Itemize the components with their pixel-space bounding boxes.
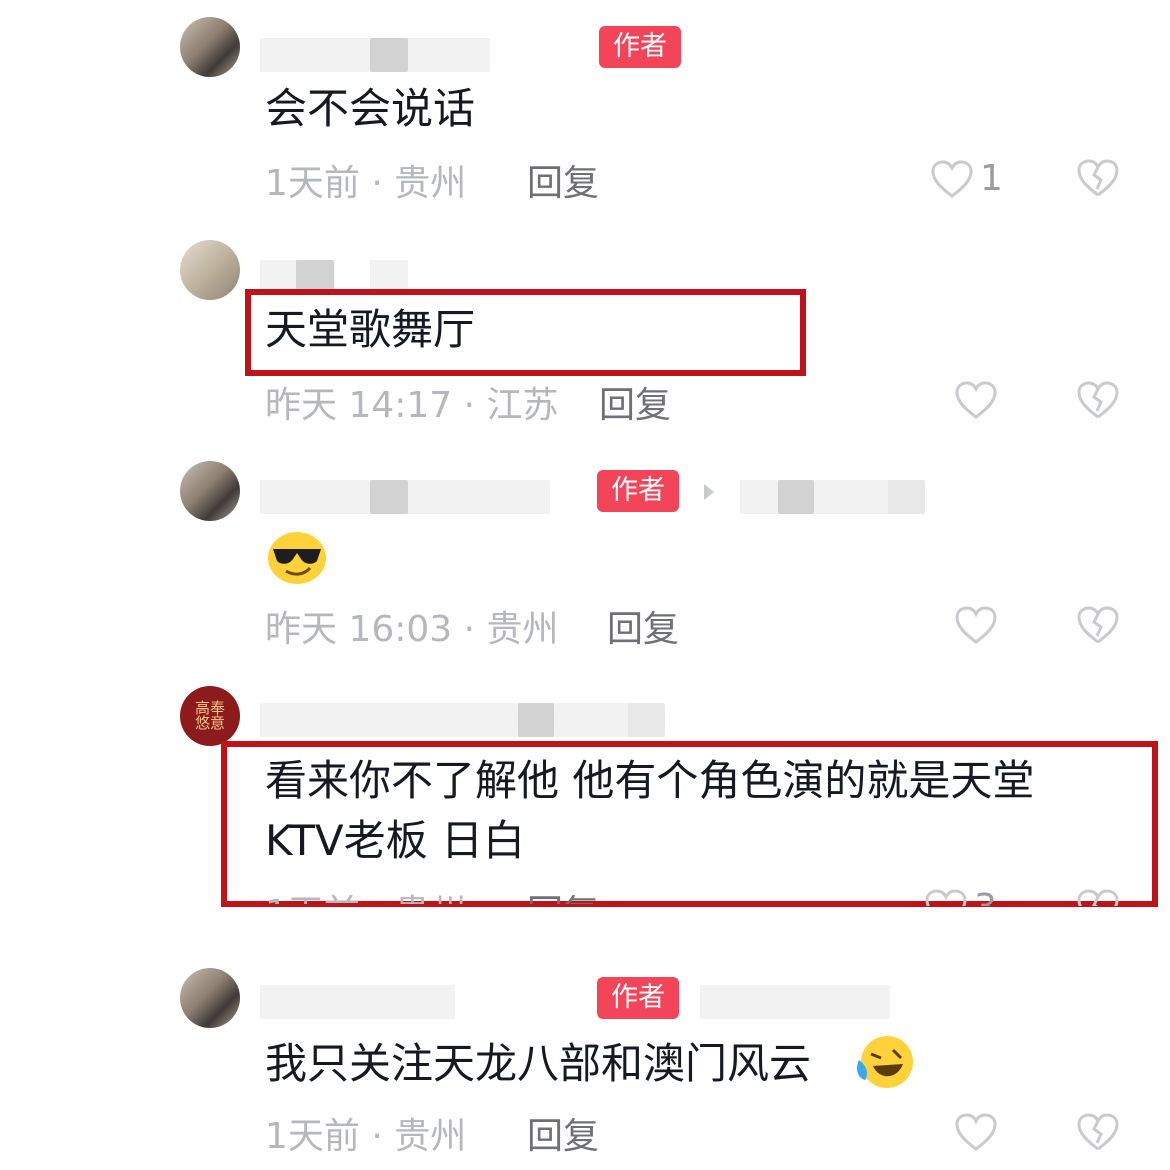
comment-time-location: 昨天 14:17 · 江苏 xyxy=(265,385,559,426)
avatar[interactable] xyxy=(180,968,240,1028)
meta-row-clip xyxy=(227,907,1152,937)
author-badge: 作者 xyxy=(599,26,681,68)
cool-sunglasses-emoji xyxy=(268,532,326,584)
author-badge: 作者 xyxy=(597,977,679,1019)
comment-time-location: 昨天 16:03 · 贵州 xyxy=(265,609,559,650)
username-blurred xyxy=(370,38,408,72)
username-blurred xyxy=(700,985,890,1019)
comment-text: 会不会说话 xyxy=(265,84,476,133)
heart-outline-icon xyxy=(955,381,997,419)
dislike-button[interactable] xyxy=(1076,605,1120,649)
reply-button[interactable]: 回复 xyxy=(599,384,671,428)
like-button[interactable] xyxy=(954,380,998,420)
username-blurred xyxy=(778,480,814,514)
like-count: 3 xyxy=(974,888,997,906)
reply-button[interactable]: 回复 xyxy=(527,1115,599,1159)
broken-heart-icon xyxy=(1077,606,1119,644)
username-blurred[interactable] xyxy=(260,985,455,1019)
username-blurred[interactable] xyxy=(260,703,665,737)
heart-outline-icon xyxy=(931,159,973,198)
avatar[interactable] xyxy=(180,461,240,521)
comment-text-line1: 看来你不了解他 他有个角色演的就是天堂 xyxy=(265,756,1035,805)
avatar-seal-text: 高奉悠意 xyxy=(194,699,225,732)
heart-outline-icon xyxy=(955,606,997,644)
reply-button[interactable]: 回复 xyxy=(607,608,679,652)
comment-text: 天堂歌舞厅 xyxy=(265,305,476,354)
username-blurred xyxy=(518,703,554,737)
dislike-button[interactable] xyxy=(1076,158,1120,202)
avatar[interactable] xyxy=(180,240,240,300)
heart-outline-icon xyxy=(955,1113,997,1151)
reply-button[interactable]: 回复 xyxy=(527,892,599,904)
like-button[interactable]: 3 xyxy=(924,888,997,906)
username-blurred xyxy=(370,480,408,514)
comment-time-location: 1天前 · 贵州 xyxy=(265,163,467,204)
comment-text: 我只关注天龙八部和澳门风云 xyxy=(265,1039,812,1088)
avatar[interactable]: 高奉悠意 xyxy=(180,686,240,746)
comment-time-location: 1天前 · 贵州 xyxy=(265,1116,467,1157)
like-count: 1 xyxy=(980,158,1003,199)
dislike-button[interactable] xyxy=(1076,380,1120,424)
broken-heart-icon xyxy=(1077,1113,1119,1151)
broken-heart-icon xyxy=(1077,381,1119,419)
dislike-button[interactable] xyxy=(1076,1112,1120,1156)
comment-time-location: 1天前 · 贵州 xyxy=(265,892,466,904)
broken-heart-icon xyxy=(1077,889,1119,906)
username-blurred xyxy=(888,480,925,514)
like-button[interactable] xyxy=(954,1112,998,1152)
reply-button[interactable]: 回复 xyxy=(527,162,599,206)
author-badge: 作者 xyxy=(597,470,679,512)
broken-heart-icon xyxy=(1077,159,1119,197)
dislike-button[interactable] xyxy=(1076,888,1120,906)
heart-outline-icon xyxy=(925,889,967,906)
avatar[interactable] xyxy=(180,17,240,77)
reply-arrow-icon xyxy=(704,484,714,500)
username-blurred xyxy=(628,703,665,737)
like-button[interactable]: 1 xyxy=(930,158,1003,199)
comment-text-line2: KTV老板 日白 xyxy=(265,816,526,865)
like-button[interactable] xyxy=(954,605,998,645)
laughing-crying-emoji xyxy=(857,1036,913,1088)
